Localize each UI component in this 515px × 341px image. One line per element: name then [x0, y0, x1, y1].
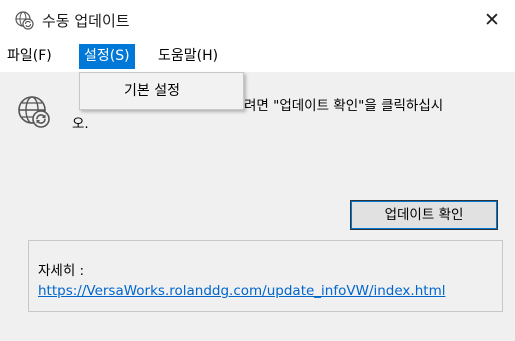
menu-settings[interactable]: 설정(S): [79, 44, 135, 69]
details-label: 자세히 :: [38, 263, 85, 279]
main-panel: 려면 "업데이트 확인"을 클릭하십시 오. 업데이트 확인 자세히 : htt…: [0, 72, 515, 341]
menu-item-basic-settings[interactable]: 기본 설정: [80, 79, 243, 103]
title-bar: 수동 업데이트 ✕: [0, 0, 515, 40]
details-group: 자세히 : https://VersaWorks.rolanddg.com/up…: [28, 240, 503, 312]
menu-file[interactable]: 파일(F): [2, 44, 57, 69]
close-button[interactable]: ✕: [469, 0, 515, 40]
close-icon: ✕: [484, 9, 500, 31]
details-link[interactable]: https://VersaWorks.rolanddg.com/update_i…: [38, 283, 445, 299]
check-update-button[interactable]: 업데이트 확인: [350, 200, 498, 230]
globe-refresh-icon: [15, 11, 34, 30]
globe-refresh-icon: [18, 96, 50, 128]
menu-help[interactable]: 도움말(H): [153, 44, 223, 69]
settings-dropdown: 기본 설정: [79, 72, 244, 110]
instruction-line-2: 오.: [72, 116, 89, 132]
menu-bar: 파일(F) 설정(S) 도움말(H): [0, 40, 515, 72]
window-title: 수동 업데이트: [42, 12, 130, 30]
